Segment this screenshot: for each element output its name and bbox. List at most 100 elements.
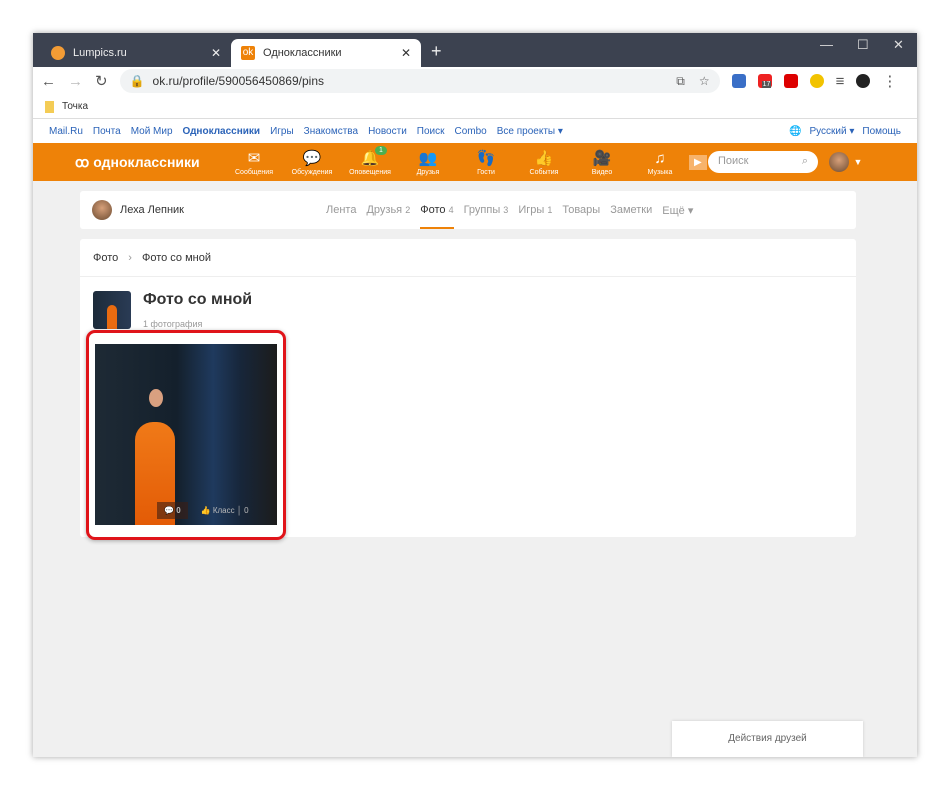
avatar[interactable] [92,200,112,220]
album-cover[interactable] [93,291,131,329]
play-icon[interactable]: ▶ [689,154,707,170]
nav-video[interactable]: 🎥 Видео [573,149,631,176]
nav-music[interactable]: ♫ Музыка [631,149,689,176]
portal-link[interactable]: Поиск [417,126,445,137]
profile-avatar[interactable] [856,74,871,88]
nav-events[interactable]: 👍 События [515,149,573,176]
profile-tabs: Лента Друзья 2 Фото 4 Группы 3 Игры 1 То… [326,191,693,229]
portal-link[interactable]: Мой Мир [131,126,173,137]
friends-actions-panel[interactable]: Действия друзей [672,721,863,757]
nav-label: Оповещения [349,168,391,176]
minimize-button[interactable]: — [820,37,833,52]
nav-notifications[interactable]: 🔔 1 Оповещения [341,145,399,176]
tab-notes[interactable]: Заметки [610,204,652,216]
portal-link[interactable]: Игры [270,126,294,137]
maximize-button[interactable]: ☐ [857,37,869,53]
help-link[interactable]: Помощь [862,126,901,137]
tab-lumpics[interactable]: Lumpics.ru ✕ [41,39,231,67]
search-placeholder: Поиск [718,155,749,167]
portal-link[interactable]: Combo [455,126,487,137]
tab-friends[interactable]: Друзья 2 [366,204,410,216]
like-icon: 👍 [534,149,554,167]
tab-games[interactable]: Игры 1 [518,204,552,216]
portal-link[interactable]: Одноклассники [183,126,261,137]
nav-label: Музыка [647,168,673,176]
portal-link[interactable]: Все проекты ▾ [497,126,563,137]
ok-logo[interactable]: ꝏ одноклассники [75,154,225,171]
extension-icon[interactable]: ⧉ [676,74,685,89]
portal-link[interactable]: Mail.Ru [49,126,83,137]
vpn-extension-icon[interactable] [731,74,746,88]
profile-name[interactable]: Леха Лепник [120,204,184,216]
search-input[interactable]: Поиск ⌕ [708,151,818,173]
photo-thumbnail[interactable]: 💬 0 👍 Класс │ 0 [95,344,277,525]
friends-icon: 👥 [418,149,438,167]
bookmark-star-icon[interactable]: ☆ [699,74,710,89]
portal-link[interactable]: Почта [93,126,121,137]
tab-goods[interactable]: Товары [562,204,600,216]
nav-label: События [529,168,559,176]
tab-odnoklassniki[interactable]: ok Одноклассники ✕ [231,39,421,67]
notification-badge: 1 [375,145,387,155]
cs-extension-icon[interactable] [783,74,798,88]
photo-actions: 💬 0 👍 Класс │ 0 [157,502,256,519]
portal-link[interactable]: Новости [368,126,407,137]
address-bar[interactable]: 🔒 ok.ru/profile/590056450869/pins ⧉ ☆ [119,69,720,93]
extension-badge: 17 [761,81,772,88]
profile-bar: Леха Лепник Лента Друзья 2 Фото 4 Группы… [80,191,856,229]
menu-icon[interactable]: ⋮ [882,72,897,90]
like-button[interactable]: 👍 Класс │ 0 [194,502,256,519]
new-tab-button[interactable]: + [431,41,442,62]
nav-messages[interactable]: ✉ Сообщения [225,149,283,176]
nav-friends[interactable]: 👥 Друзья [399,149,457,176]
photo-count: 1 фотография [143,319,203,329]
video-camera-icon: 🎥 [592,149,612,167]
tab-label: Lumpics.ru [73,47,127,59]
url-text: ok.ru/profile/590056450869/pins [152,74,324,88]
user-menu[interactable]: ▼ [829,152,862,177]
forward-button[interactable]: → [68,73,83,90]
close-window-button[interactable]: ✕ [893,37,904,53]
tab-more[interactable]: Ещё ▾ [662,204,693,217]
ok-logo-icon: ꝏ [75,153,90,170]
bookmarks-bar: Точка [33,95,917,119]
footprints-icon: 👣 [476,149,496,167]
comments-button[interactable]: 💬 0 [157,502,188,519]
globe-icon: 🌐 [789,125,802,137]
close-tab-icon[interactable]: ✕ [211,46,221,60]
shield-extension-icon[interactable] [809,74,824,88]
nav-discussions[interactable]: 💬 Обсуждения [283,149,341,176]
search-icon: ⌕ [801,155,808,167]
ok-favicon-icon: ok [241,46,255,60]
folder-icon [45,100,54,113]
tab-photos[interactable]: Фото 4 [420,191,454,229]
tab-label: Одноклассники [263,47,342,59]
chevron-right-icon: › [128,251,132,264]
album-title: Фото со мной [143,291,253,308]
bookmark-tochka[interactable]: Точка [62,101,88,112]
photo-figure-head [149,389,163,407]
envelope-icon: ✉ [247,149,261,167]
avatar [829,152,849,172]
close-tab-icon[interactable]: ✕ [401,46,411,60]
nav-label: Видео [591,168,613,176]
language-select[interactable]: Русский ▾ [809,126,854,137]
chevron-down-icon: ▼ [853,157,863,167]
media-icon[interactable]: ≡ [836,73,845,90]
nav-label: Гости [477,168,495,176]
music-note-icon: ♫ [654,149,666,167]
tab-groups[interactable]: Группы 3 [464,204,509,216]
lock-icon: 🔒 [129,74,145,88]
reload-button[interactable]: ↻ [95,72,108,90]
browser-window: Lumpics.ru ✕ ok Одноклассники ✕ + — ☐ ✕ ← →… [33,33,917,757]
breadcrumb-photos[interactable]: Фото [93,252,118,264]
portal-link[interactable]: Знакомства [304,126,358,137]
logo-text: одноклассники [93,154,200,170]
chat-icon: 💬 [302,149,322,167]
tab-feed[interactable]: Лента [326,204,356,216]
nav-guests[interactable]: 👣 Гости [457,149,515,176]
ok-header: ꝏ одноклассники ✉ Сообщения 💬 Обсуждения 🔔 1… [33,143,917,181]
nav-label: Друзья [416,168,440,176]
back-button[interactable]: ← [41,73,56,90]
adblock-extension-icon[interactable]: 17 [757,74,772,88]
